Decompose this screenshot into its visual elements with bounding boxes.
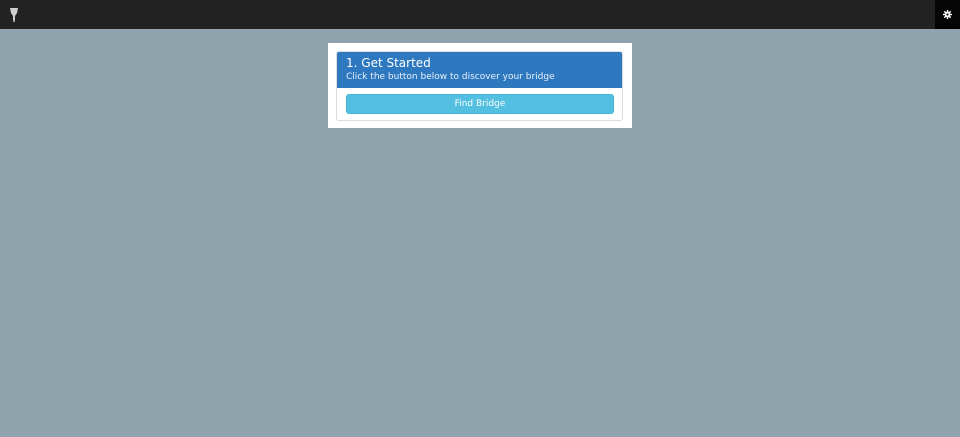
get-started-panel: 1. Get Started Click the button below to… bbox=[336, 51, 623, 121]
find-bridge-button[interactable]: Find Bridge bbox=[346, 94, 614, 114]
panel-title: 1. Get Started bbox=[346, 56, 431, 70]
settings-button[interactable] bbox=[935, 0, 960, 29]
panel-header: 1. Get Started Click the button below to… bbox=[337, 52, 622, 88]
setup-card: 1. Get Started Click the button below to… bbox=[328, 43, 632, 128]
panel-subtitle: Click the button below to discover your … bbox=[346, 72, 555, 82]
gear-icon bbox=[943, 10, 952, 19]
top-bar bbox=[0, 0, 960, 29]
light-bulb-icon bbox=[10, 8, 18, 22]
